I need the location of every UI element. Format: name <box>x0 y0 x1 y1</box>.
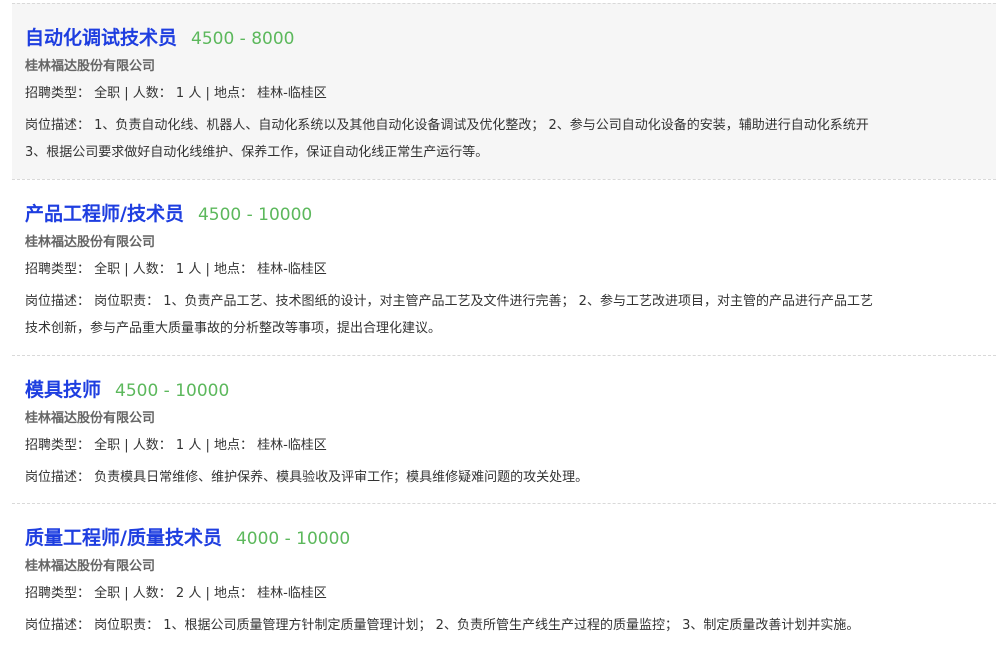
job-title-link[interactable]: 产品工程师/技术员 <box>25 203 184 225</box>
salary-range: 4500 - 10000 <box>115 381 230 401</box>
job-description: 岗位描述： 1、负责自动化线、机器人、自动化系统以及其他自动化设备调试及优化整改… <box>25 112 996 166</box>
salary-range: 4500 - 10000 <box>197 205 313 225</box>
job-title-row: 模具技师 4500 - 10000 <box>25 377 996 403</box>
job-meta: 招聘类型： 全职 | 人数： 2 人 | 地点： 桂林-临桂区 <box>25 586 327 601</box>
job-description-line: 岗位描述： 1、负责自动化线、机器人、自动化系统以及其他自动化设备调试及优化整改… <box>25 118 869 133</box>
job-description: 岗位描述： 岗位职责： 1、根据公司质量管理方针制定质量管理计划； 2、负责所管… <box>25 612 996 639</box>
job-meta: 招聘类型： 全职 | 人数： 1 人 | 地点： 桂林-临桂区 <box>25 86 327 101</box>
job-description-line: 岗位描述： 负责模具日常维修、维护保养、模具验收及评审工作；模具维修疑难问题的攻… <box>25 470 589 485</box>
job-description-line: 岗位描述： 岗位职责： 1、根据公司质量管理方针制定质量管理计划； 2、负责所管… <box>25 618 860 633</box>
company-name[interactable]: 桂林福达股份有限公司 <box>25 410 996 428</box>
job-title-link[interactable]: 质量工程师/质量技术员 <box>25 527 222 549</box>
job-description-line: 技术创新，参与产品重大质量事故的分析整改等事项，提出合理化建议。 <box>25 321 442 336</box>
job-title-row: 产品工程师/技术员 4500 - 10000 <box>25 201 996 227</box>
job-title-row: 自动化调试技术员 4500 - 8000 <box>25 25 996 51</box>
job-card[interactable]: 自动化调试技术员 4500 - 8000 桂林福达股份有限公司 招聘类型： 全职 … <box>12 3 996 179</box>
salary-range: 4000 - 10000 <box>235 529 351 549</box>
job-list: 自动化调试技术员 4500 - 8000 桂林福达股份有限公司 招聘类型： 全职 … <box>0 0 996 653</box>
company-name[interactable]: 桂林福达股份有限公司 <box>25 234 996 252</box>
job-meta: 招聘类型： 全职 | 人数： 1 人 | 地点： 桂林-临桂区 <box>25 438 327 453</box>
job-title-link[interactable]: 模具技师 <box>25 379 101 401</box>
job-card[interactable]: 模具技师 4500 - 10000 桂林福达股份有限公司 招聘类型： 全职 | 人… <box>12 355 996 503</box>
company-name[interactable]: 桂林福达股份有限公司 <box>25 58 996 76</box>
job-card[interactable]: 质量工程师/质量技术员 4000 - 10000 桂林福达股份有限公司 招聘类型：… <box>12 503 996 653</box>
job-description: 岗位描述： 负责模具日常维修、维护保养、模具验收及评审工作；模具维修疑难问题的攻… <box>25 464 996 491</box>
job-title-link[interactable]: 自动化调试技术员 <box>25 27 177 49</box>
company-name[interactable]: 桂林福达股份有限公司 <box>25 558 996 576</box>
job-meta: 招聘类型： 全职 | 人数： 1 人 | 地点： 桂林-临桂区 <box>25 262 327 277</box>
job-card[interactable]: 产品工程师/技术员 4500 - 10000 桂林福达股份有限公司 招聘类型： 全… <box>12 179 996 355</box>
job-title-row: 质量工程师/质量技术员 4000 - 10000 <box>25 525 996 551</box>
job-description: 岗位描述： 岗位职责： 1、负责产品工艺、技术图纸的设计，对主管产品工艺及文件进… <box>25 288 996 342</box>
salary-range: 4500 - 8000 <box>191 29 295 49</box>
job-description-line: 岗位描述： 岗位职责： 1、负责产品工艺、技术图纸的设计，对主管产品工艺及文件进… <box>25 294 873 309</box>
job-description-line: 3、根据公司要求做好自动化线维护、保养工作，保证自动化线正常生产运行等。 <box>25 145 489 160</box>
